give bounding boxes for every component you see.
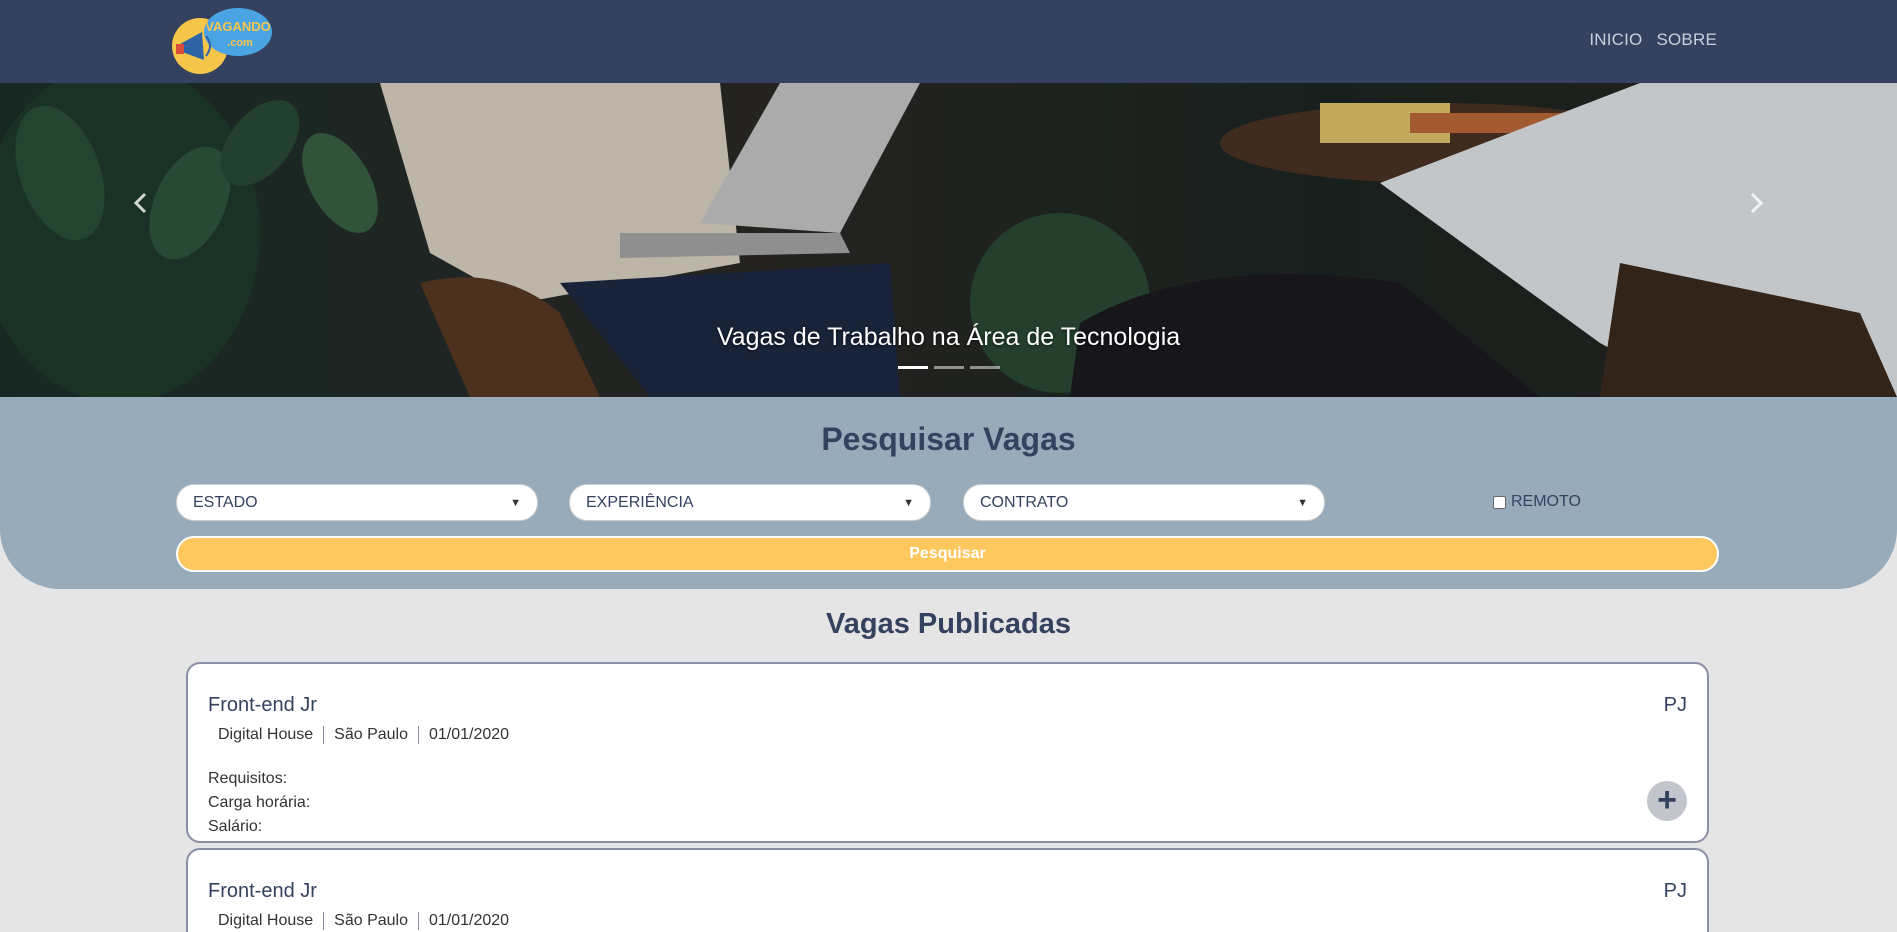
remote-checkbox[interactable]: [1493, 495, 1506, 509]
job-title: Front-end Jr: [208, 694, 317, 716]
logo[interactable]: VAGANDO .com: [170, 6, 274, 76]
carousel-indicator-3[interactable]: [969, 366, 1000, 369]
chevron-down-icon: ▼: [1297, 496, 1308, 509]
contrato-select[interactable]: CONTRATO ▼: [963, 484, 1325, 521]
job-contract: PJ: [1663, 694, 1687, 716]
search-panel: Pesquisar Vagas ESTADO ▼ EXPERIÊNCIA ▼ C…: [0, 397, 1897, 589]
chevron-left-icon: [133, 192, 147, 214]
navbar: VAGANDO .com INICIO SOBRE: [0, 0, 1897, 83]
jobs-title: Vagas Publicadas: [825, 608, 1071, 640]
experiencia-select[interactable]: EXPERIÊNCIA ▼: [569, 484, 931, 521]
job-requirements: Requisitos:: [208, 770, 288, 787]
carousel-prev-button[interactable]: [110, 173, 170, 233]
job-contract: PJ: [1663, 880, 1687, 902]
job-card[interactable]: Front-end Jr PJ Digital House São Paulo …: [186, 662, 1709, 843]
search-button[interactable]: Pesquisar: [176, 536, 1719, 572]
job-date: 01/01/2020: [418, 726, 519, 744]
job-salary: Salário:: [208, 818, 263, 835]
nav-links: INICIO SOBRE: [1589, 30, 1717, 50]
carousel-indicator-2[interactable]: [933, 366, 964, 369]
carousel-indicators: [0, 366, 1897, 369]
experiencia-select-value: EXPERIÊNCIA: [586, 493, 694, 511]
job-company: Digital House: [218, 726, 314, 743]
svg-text:.com: .com: [227, 37, 253, 49]
job-card[interactable]: Front-end Jr PJ Digital House São Paulo …: [186, 848, 1709, 932]
estado-select[interactable]: ESTADO ▼: [176, 484, 538, 521]
carousel-next-button[interactable]: [1727, 173, 1787, 233]
expand-job-button[interactable]: +: [1647, 781, 1687, 821]
job-location: São Paulo: [323, 912, 418, 930]
carousel-caption: Vagas de Trabalho na Área de Tecnologia: [716, 323, 1181, 351]
estado-select-value: ESTADO: [193, 493, 258, 511]
remote-filter[interactable]: REMOTO: [1493, 493, 1581, 511]
job-date: 01/01/2020: [418, 912, 519, 930]
remote-label: REMOTO: [1511, 493, 1581, 510]
nav-link-inicio[interactable]: INICIO: [1589, 30, 1642, 50]
chevron-down-icon: ▼: [510, 496, 521, 509]
job-location: São Paulo: [323, 726, 418, 744]
svg-text:VAGANDO: VAGANDO: [205, 19, 270, 34]
contrato-select-value: CONTRATO: [980, 493, 1069, 511]
job-company: Digital House: [218, 912, 314, 929]
search-title: Pesquisar Vagas: [821, 421, 1076, 457]
chevron-right-icon: [1750, 192, 1764, 214]
job-title: Front-end Jr: [208, 880, 317, 902]
job-hours: Carga horária:: [208, 794, 311, 811]
job-meta: Digital House São Paulo 01/01/2020: [208, 912, 519, 930]
job-details: Requisitos: Carga horária: Salário:: [208, 767, 310, 839]
job-meta: Digital House São Paulo 01/01/2020: [208, 726, 519, 744]
nav-link-sobre[interactable]: SOBRE: [1656, 30, 1717, 50]
carousel-indicator-1[interactable]: [897, 366, 928, 369]
chevron-down-icon: ▼: [903, 496, 914, 509]
hero-carousel: Vagas de Trabalho na Área de Tecnologia: [0, 83, 1897, 397]
